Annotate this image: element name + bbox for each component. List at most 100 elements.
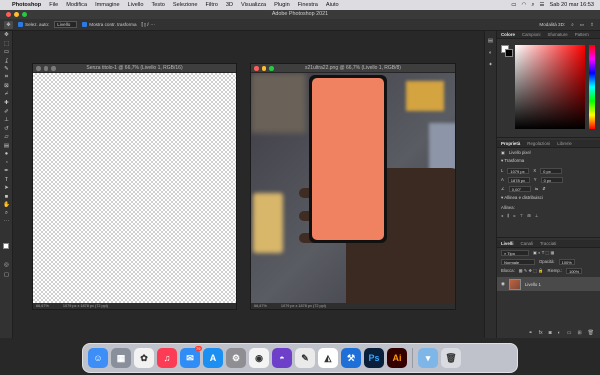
dock-app-illustrator[interactable]: Ai <box>387 348 407 368</box>
layer-row[interactable]: ◉ Livello 1 <box>497 277 600 291</box>
dock-app-github-desktop[interactable]: ◓ <box>272 348 292 368</box>
align-middle-icon[interactable]: ⊞ <box>527 213 531 218</box>
minimize-button[interactable] <box>261 66 266 71</box>
tab-proprieta[interactable]: Proprietà <box>501 141 520 146</box>
blur-tool-icon[interactable]: ● <box>0 150 13 159</box>
lock-icons[interactable]: ▩ ✎ ✥ ⬚ 🔒 <box>519 268 544 274</box>
artboard-tool-icon[interactable]: ⬚ <box>0 40 13 49</box>
document-info[interactable]: 1079 px x 1878 px (72 ppi) <box>281 303 326 309</box>
menu-visualizza[interactable]: Visualizza <box>241 2 266 8</box>
menu-selezione[interactable]: Selezione <box>173 2 198 8</box>
brush-panel-icon[interactable]: ✦ <box>485 59 496 71</box>
tab-colore[interactable]: Colore <box>501 32 515 37</box>
filter-icons[interactable]: ▣ ◐ T ⬚ ▦ <box>533 250 554 255</box>
edit-toolbar-icon[interactable]: ⋯ <box>0 218 13 227</box>
zoom-tool-icon[interactable]: ⌕ <box>0 210 13 219</box>
tab-pattern[interactable]: Pattern <box>575 32 589 37</box>
zoom-level[interactable]: 66,67% <box>254 303 267 309</box>
workspace-icon[interactable]: ▭ <box>580 22 584 28</box>
align-right-icon[interactable]: ⫸ <box>513 213 515 218</box>
layer-name[interactable]: Livello 1 <box>525 282 541 287</box>
align-buttons-icon[interactable]: ⫿ ⫾ ⫽ ⋯ <box>142 22 155 27</box>
y-field[interactable]: 0 px <box>540 176 563 183</box>
tab-livelli[interactable]: Livelli <box>501 241 513 246</box>
dock-app-chrome[interactable]: ◉ <box>249 348 269 368</box>
menu-aiuto[interactable]: Aiuto <box>326 2 339 8</box>
frame-tool-icon[interactable]: ⊠ <box>0 82 13 91</box>
dock-app-affinity[interactable]: ✎ <box>295 348 315 368</box>
share-icon[interactable]: ⇪ <box>590 22 594 28</box>
document-window-untitled[interactable]: Senza titolo-1 @ 66,7% (Livello 1, RGB/1… <box>32 63 237 310</box>
dock-app-mail[interactable]: ✉ 79 <box>180 346 202 368</box>
dock-app-finder[interactable]: ☺ <box>88 348 108 368</box>
tab-tracciati[interactable]: Tracciati <box>540 241 556 246</box>
menu-livello[interactable]: Livello <box>128 2 144 8</box>
screen-mode-icon[interactable]: ▢ <box>0 271 13 280</box>
group-icon[interactable]: ▭ <box>567 330 572 336</box>
align-section-title[interactable]: ▾ Allinea e distribuisci <box>497 193 600 203</box>
dock-app-launchpad[interactable]: ▦ <box>111 348 131 368</box>
menu-filtro[interactable]: Filtro <box>205 2 217 8</box>
flip-horizontal-icon[interactable]: ⇋ <box>535 186 539 191</box>
color-field[interactable] <box>515 45 585 129</box>
history-brush-tool-icon[interactable]: ↺ <box>0 125 13 134</box>
fx-icon[interactable]: fx <box>539 330 543 336</box>
healing-tool-icon[interactable]: ✚ <box>0 99 13 108</box>
height-field[interactable]: 1878 px <box>507 176 530 183</box>
dock-app-photoshop[interactable]: Ps <box>364 348 384 368</box>
close-button[interactable] <box>36 66 41 71</box>
align-center-icon[interactable]: ⫼ <box>507 213 509 218</box>
search-icon[interactable]: ⌕ <box>571 22 574 28</box>
x-field[interactable]: 0 px <box>540 167 563 174</box>
document-tab-bar[interactable]: Senza titolo-1 @ 66,7% (Livello 1, RGB/1… <box>33 64 236 73</box>
dock-app-prisma[interactable]: ◭ <box>318 348 338 368</box>
align-bottom-icon[interactable]: ⊥ <box>535 213 539 218</box>
tab-campioni[interactable]: Campioni <box>522 32 541 37</box>
photo-canvas[interactable] <box>251 73 455 303</box>
dock-app-downloads[interactable]: ▾ <box>418 348 438 368</box>
menu-modifica[interactable]: Modifica <box>66 2 87 8</box>
close-button[interactable] <box>6 12 11 17</box>
show-transform-checkbox[interactable]: Mostra contr. trasforma <box>82 22 137 28</box>
brush-tool-icon[interactable]: ✐ <box>0 108 13 117</box>
menu-finestra[interactable]: Finestra <box>298 2 318 8</box>
history-panel-icon[interactable]: ▤ <box>485 35 496 47</box>
control-center-icon[interactable]: ☰ <box>540 2 545 8</box>
shape-tool-icon[interactable]: ■ <box>0 193 13 202</box>
move-tool-preset-icon[interactable]: ✥ <box>4 20 13 29</box>
battery-icon[interactable]: ▭ <box>511 2 516 8</box>
search-icon[interactable]: ⌕ <box>531 2 534 9</box>
menu-immagine[interactable]: Immagine <box>95 2 120 8</box>
menubar-clock[interactable]: Sab 20 mar 16:53 <box>550 2 594 8</box>
opacity-field[interactable]: 100% <box>558 258 575 265</box>
pen-tool-icon[interactable]: ✒ <box>0 167 13 176</box>
zoom-level[interactable]: 66,67% <box>36 303 49 309</box>
tab-sfumature[interactable]: Sfumature <box>547 32 567 37</box>
flip-vertical-icon[interactable]: ⇵ <box>542 186 546 191</box>
adjustment-icon[interactable]: ◐ <box>558 330 561 336</box>
eraser-tool-icon[interactable]: ▱ <box>0 133 13 142</box>
dock-app-xcode[interactable]: ⚒ <box>341 348 361 368</box>
zoom-button[interactable] <box>269 66 274 71</box>
minimize-button[interactable] <box>43 66 48 71</box>
hue-slider[interactable] <box>589 45 595 129</box>
blend-mode-dropdown[interactable]: Normale <box>501 258 535 265</box>
menu-file[interactable]: File <box>49 2 58 8</box>
align-left-icon[interactable]: ⫷ <box>501 213 503 218</box>
width-field[interactable]: 1079 px <box>507 167 530 174</box>
dock-app-foto[interactable]: ✿ <box>134 348 154 368</box>
lasso-tool-icon[interactable]: ʆ <box>0 57 13 66</box>
dock-app-cestino[interactable]: 🗑 <box>441 348 461 368</box>
transparent-canvas[interactable] <box>33 73 236 303</box>
menu-3d[interactable]: 3D <box>226 2 233 8</box>
foreground-color-swatch[interactable] <box>3 243 9 249</box>
document-tab-bar[interactable]: s21ultra22.png @ 66,7% (Livello 1, RGB/8… <box>251 64 455 73</box>
dock-app-preferenze-di-sistema[interactable]: ⚙ <box>226 348 246 368</box>
tab-regolazioni[interactable]: Regolazioni <box>527 141 550 146</box>
align-top-icon[interactable]: ⊤ <box>520 213 524 218</box>
menu-plugin[interactable]: Plugin <box>274 2 290 8</box>
close-button[interactable] <box>254 66 259 71</box>
delete-layer-icon[interactable]: 🗑 <box>588 330 594 336</box>
link-layers-icon[interactable]: ⚭ <box>529 330 533 336</box>
minimize-button[interactable] <box>14 12 19 17</box>
